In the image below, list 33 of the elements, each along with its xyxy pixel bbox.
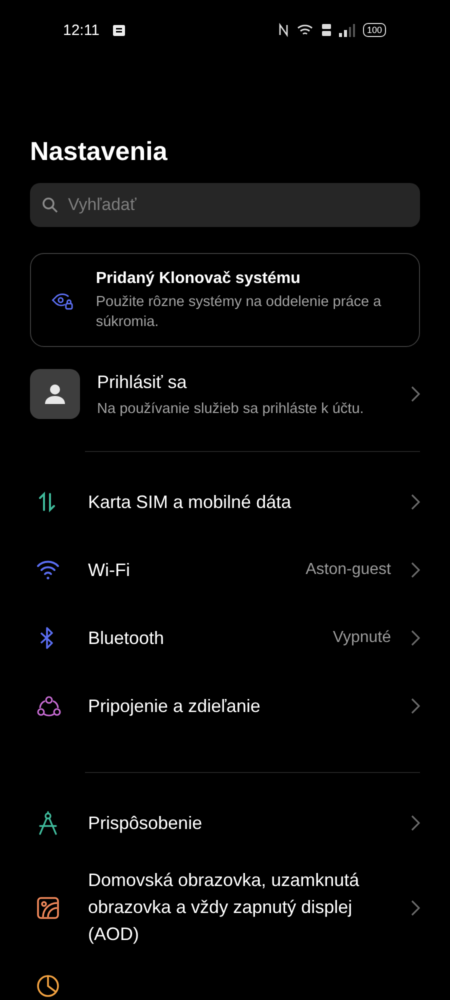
setting-label[interactable]: Pripojenie a zdieľanie xyxy=(88,692,401,720)
banner-text: Použite rôzne systémy na oddelenie práce a súkromia. xyxy=(96,293,382,332)
wifi-icon xyxy=(296,24,314,36)
battery-indicator: 100 xyxy=(362,23,386,37)
notification-icon xyxy=(113,24,126,36)
banner-card[interactable]: Pridaný Klonovač systému Použite rôzne systémy na oddelenie práce a súkromia. xyxy=(30,253,420,347)
status-time: 12:11 xyxy=(63,22,100,38)
chevron-icon xyxy=(411,698,420,714)
chevron-icon xyxy=(411,815,420,831)
account-subtitle: Na používanie služieb sa prihláste k účtu. xyxy=(97,400,365,416)
page-title: Nastavenia xyxy=(30,136,168,167)
chevron-icon xyxy=(411,900,420,916)
compass-icon xyxy=(36,810,60,836)
account-title[interactable]: Prihlásiť sa xyxy=(97,372,384,392)
chevron-icon xyxy=(411,494,420,510)
banner-title: Pridaný Klonovač systému xyxy=(96,270,302,288)
setting-value: Aston-guest xyxy=(306,561,391,579)
signal-icon xyxy=(338,24,355,36)
setting-value: Vypnuté xyxy=(332,629,391,647)
wallpaper-icon xyxy=(36,896,60,920)
avatar-icon[interactable] xyxy=(30,369,80,419)
chevron-icon xyxy=(411,630,420,646)
wifi-icon xyxy=(36,559,60,581)
chevron-icon xyxy=(411,386,420,402)
setting-label[interactable]: Wi-Fi xyxy=(88,556,306,584)
setting-label[interactable]: Prispôsobenie xyxy=(88,810,401,836)
setting-label[interactable]: Karta SIM a mobilné dáta xyxy=(88,488,401,516)
setting-label[interactable]: Domovská obrazovka, uzamknutá obrazovka a vždy zapnutý displej (AOD) xyxy=(88,867,401,948)
nfc-icon xyxy=(278,23,289,37)
search-field[interactable]: Vyhľadať xyxy=(30,183,420,227)
setting-label[interactable]: Bluetooth xyxy=(88,624,333,652)
chevron-icon xyxy=(411,562,420,578)
share-icon xyxy=(36,695,62,717)
